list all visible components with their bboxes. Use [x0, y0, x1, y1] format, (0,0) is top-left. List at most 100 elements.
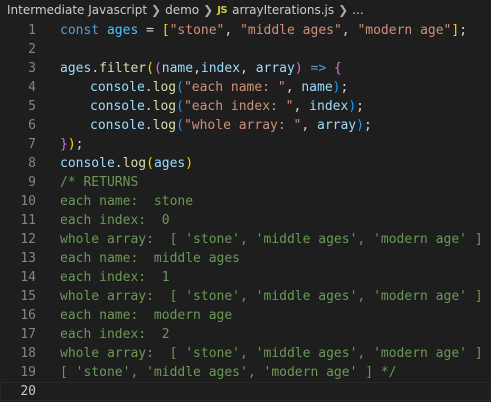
code-token: ( [153, 61, 162, 76]
line-number: 11 [20, 213, 36, 228]
code-line[interactable]: 2 [0, 40, 491, 59]
code-text: whole array: [ 'stone', 'middle ages', '… [36, 344, 483, 363]
code-token: ( [146, 156, 154, 171]
code-token: ( [176, 80, 184, 95]
code-text: each index: 2 [36, 325, 170, 344]
code-text: each index: 1 [36, 268, 170, 287]
code-line[interactable]: 19 [ 'stone', 'middle ages', 'modern age'… [0, 363, 491, 382]
breadcrumb: Intermediate Javascript ❯ demo ❯ JS arra… [0, 0, 491, 20]
line-number: 16 [20, 308, 36, 323]
line-number: 1 [28, 23, 36, 38]
code-token: ( [176, 118, 184, 133]
code-text: console.log("each index: ", index); [36, 97, 364, 116]
code-line[interactable]: 3 ages.filter((name,index, array) => { [0, 59, 491, 78]
code-token: whole array: [ 'stone', 'middle ages', '… [60, 346, 483, 361]
code-line[interactable]: 15 whole array: [ 'stone', 'middle ages',… [0, 287, 491, 306]
code-token: console [90, 99, 145, 114]
code-token: [ 'stone', 'middle ages', 'modern age' ]… [60, 365, 397, 380]
code-line[interactable]: 11 each index: 0 [0, 211, 491, 230]
code-text: console.log("each name: ", name); [36, 78, 348, 97]
line-number: 10 [20, 194, 36, 209]
code-line[interactable]: 9 /* RETURNS [0, 173, 491, 192]
code-token: => [310, 61, 327, 76]
code-token: each name: modern age [60, 308, 233, 323]
code-token: "each index: " [183, 99, 294, 114]
code-token: ages [106, 23, 139, 38]
line-number: 6 [28, 118, 36, 133]
code-token: ) [67, 137, 76, 152]
code-token: "middle ages" [240, 23, 342, 38]
code-text: ages.filter((name,index, array) => { [36, 59, 342, 78]
code-token: ) [185, 156, 194, 171]
line-number: 7 [28, 137, 36, 152]
code-line[interactable]: 14 each index: 1 [0, 268, 491, 287]
code-line[interactable]: 10 each name: stone [0, 192, 491, 211]
code-token: "whole array: " [183, 118, 302, 133]
code-token: . [144, 99, 153, 114]
code-line[interactable]: 17 each index: 2 [0, 325, 491, 344]
code-text: /* RETURNS [36, 173, 138, 192]
code-line[interactable]: 18 whole array: [ 'stone', 'middle ages',… [0, 344, 491, 363]
line-number: 4 [28, 80, 36, 95]
breadcrumb-file-arrayiterations[interactable]: arrayIterations.js [232, 3, 334, 17]
line-number: 18 [20, 346, 36, 361]
code-token: , [224, 23, 241, 38]
code-text: each name: modern age [36, 306, 232, 325]
javascript-file-icon: JS [217, 4, 228, 16]
code-token: console [60, 156, 115, 171]
code-editor[interactable]: 1 const ages = ["stone", "middle ages", "… [0, 21, 491, 401]
code-token: = [138, 23, 162, 38]
code-token: ( [176, 99, 184, 114]
code-token: { [333, 61, 342, 76]
code-text: each name: stone [36, 192, 193, 211]
code-line[interactable]: 12 whole array: [ 'stone', 'middle ages',… [0, 230, 491, 249]
code-token: . [114, 156, 123, 171]
code-token: , [285, 80, 302, 95]
code-token: [ [161, 23, 170, 38]
code-token: , [341, 23, 358, 38]
code-token: ages [153, 156, 186, 171]
code-token: each name: middle ages [60, 251, 241, 266]
code-token: log [152, 99, 177, 114]
code-line[interactable]: 16 each name: modern age [0, 306, 491, 325]
breadcrumb-folder-intermediate-javascript[interactable]: Intermediate Javascript [7, 3, 147, 17]
line-number: 5 [28, 99, 36, 114]
code-text: console.log(ages) [36, 154, 193, 173]
code-line[interactable]: 13 each name: middle ages [0, 249, 491, 268]
code-line[interactable]: 7}); [0, 135, 491, 154]
code-token: const [60, 23, 100, 38]
breadcrumb-folder-demo[interactable]: demo [165, 3, 199, 17]
code-token: ; [356, 99, 364, 114]
code-token: whole array: [ 'stone', 'middle ages', '… [60, 232, 483, 247]
code-line[interactable]: 8 console.log(ages) [0, 154, 491, 173]
breadcrumb-symbols-more[interactable]: ... [352, 3, 363, 17]
code-token: ) [348, 99, 357, 114]
code-token: log [152, 118, 177, 133]
line-number: 13 [20, 251, 36, 266]
code-token: name [301, 80, 333, 95]
code-token: log [152, 80, 177, 95]
code-token: ; [459, 23, 468, 38]
code-token: name [161, 61, 194, 76]
code-token: array [317, 118, 357, 133]
code-text: each name: middle ages [36, 249, 240, 268]
line-number: 2 [28, 42, 36, 57]
code-token: /* RETURNS [60, 175, 139, 190]
code-text: const ages = ["stone", "middle ages", "m… [36, 21, 467, 40]
code-token: ( [146, 61, 154, 76]
code-text: each index: 0 [36, 211, 170, 230]
code-line[interactable]: 6 console.log("whole array: ", array); [0, 116, 491, 135]
code-line[interactable]: 20 [0, 382, 491, 401]
line-number: 3 [28, 61, 36, 76]
code-token: each index: 1 [60, 270, 170, 285]
chevron-right-icon: ❯ [338, 3, 349, 17]
code-line[interactable]: 1 const ages = ["stone", "middle ages", "… [0, 21, 491, 40]
line-number: 15 [20, 289, 36, 304]
code-line[interactable]: 4 console.log("each name: ", name); [0, 78, 491, 97]
code-token: . [144, 80, 153, 95]
code-line[interactable]: 5 console.log("each index: ", index); [0, 97, 491, 116]
code-token: ; [340, 80, 349, 95]
code-token: console [90, 118, 145, 133]
